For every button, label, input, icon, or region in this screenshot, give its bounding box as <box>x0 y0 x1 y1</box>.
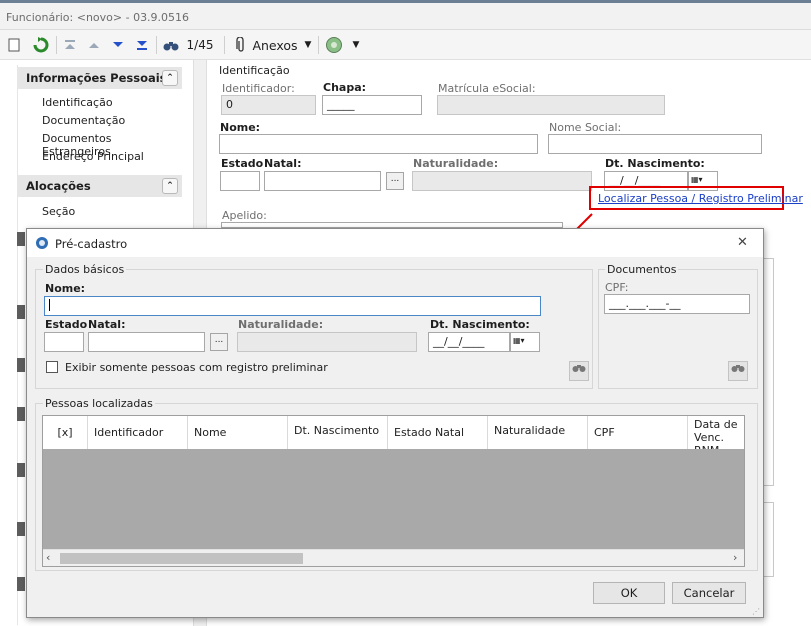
chapa-label: Chapa: <box>323 81 367 94</box>
nav-edge-marker <box>17 407 25 421</box>
close-icon[interactable]: ✕ <box>737 235 748 250</box>
next-record-icon[interactable] <box>110 34 126 56</box>
dlg-estado-label: Estado <box>45 318 88 331</box>
column-dt-nascimento[interactable]: Dt. Nascimento <box>288 416 388 449</box>
panel-border <box>764 502 774 577</box>
paperclip-icon[interactable] <box>232 34 250 56</box>
naturalidade-label: Naturalidade: <box>413 157 499 170</box>
nav-group-title: Alocações <box>26 179 91 193</box>
refresh-icon[interactable] <box>32 34 50 56</box>
dlg-calendar-icon[interactable]: ▦▾ <box>510 332 540 352</box>
dlg-nome-label: Nome: <box>45 282 86 295</box>
globe-dropdown-arrow[interactable]: ▼ <box>350 34 362 56</box>
pessoas-localizadas-title: Pessoas localizadas <box>43 397 155 410</box>
first-record-icon[interactable] <box>62 34 78 56</box>
documentos-title: Documentos <box>605 263 679 276</box>
dlg-dt-nasc-label: Dt. Nascimento: <box>430 318 530 331</box>
cpf-search-binoculars-icon[interactable] <box>728 361 748 381</box>
naturalidade-select[interactable] <box>412 171 592 191</box>
last-record-icon[interactable] <box>134 34 150 56</box>
window-title: Funcionário: <novo> - 03.9.0516 <box>6 11 190 24</box>
record-counter: 1/45 <box>186 38 214 52</box>
previous-record-icon[interactable] <box>86 34 102 56</box>
identifier-field[interactable]: 0 <box>221 95 316 115</box>
dados-basicos-title: Dados básicos <box>43 263 127 276</box>
nav-edge-marker <box>17 232 25 246</box>
nav-group-title: Informações Pessoais <box>26 71 167 85</box>
toolbar: 1/45 Anexos ▼ ▼ <box>0 30 811 60</box>
binoculars-icon[interactable] <box>162 34 180 56</box>
app-icon <box>36 237 48 249</box>
matricula-label: Matrícula eSocial: <box>438 82 536 95</box>
globe-icon[interactable] <box>324 34 344 56</box>
natal-label: Natal: <box>264 157 302 170</box>
column-data-venc-rnm[interactable]: Data de Venc. RNM <box>688 416 746 449</box>
preliminary-checkbox[interactable] <box>46 361 58 373</box>
nav-edge-marker <box>17 305 25 319</box>
column-naturalidade[interactable]: Naturalidade <box>488 416 588 449</box>
attachments-button[interactable]: Anexos <box>252 34 298 56</box>
results-grid[interactable]: [x] Identificador Nome Dt. Nascimento Es… <box>42 415 745 567</box>
estado-label: Estado <box>221 157 264 170</box>
horizontal-scrollbar[interactable]: ‹ › <box>43 549 744 566</box>
natal-lookup-button[interactable]: ... <box>386 172 404 190</box>
matricula-field[interactable] <box>437 95 665 115</box>
cpf-label: CPF: <box>605 281 629 294</box>
resize-grip-icon[interactable]: ⋰ <box>752 607 762 617</box>
ok-button[interactable]: OK <box>593 582 665 604</box>
column-nome[interactable]: Nome <box>188 416 288 449</box>
nome-social-label: Nome Social: <box>549 121 622 134</box>
grid-body <box>43 449 744 550</box>
chapa-field[interactable]: _____ <box>322 95 422 115</box>
column-select[interactable]: [x] <box>43 416 88 449</box>
nome-social-field[interactable] <box>548 134 762 154</box>
nav-edge-marker <box>17 577 25 591</box>
estado-field[interactable] <box>220 171 260 191</box>
dlg-natal-field[interactable] <box>88 332 205 352</box>
dlg-naturalidade-label: Naturalidade: <box>238 318 324 331</box>
natal-field[interactable] <box>264 171 381 191</box>
nome-field[interactable] <box>219 134 538 154</box>
dlg-naturalidade-select[interactable] <box>237 332 417 352</box>
collapse-icon[interactable]: ⌃ <box>162 70 178 86</box>
nav-item-endereco[interactable]: Endereço Principal <box>42 150 144 163</box>
dlg-natal-label: Natal: <box>88 318 126 331</box>
nav-edge-marker <box>17 358 25 372</box>
column-cpf[interactable]: CPF <box>588 416 688 449</box>
window-titlebar: Funcionário: <novo> - 03.9.0516 <box>0 0 811 30</box>
cpf-field[interactable]: ___.___.___-__ <box>604 294 750 314</box>
dialog-title: Pré-cadastro <box>55 237 128 251</box>
nav-edge-marker <box>17 463 25 477</box>
nav-edge-marker <box>17 522 25 536</box>
cancel-button[interactable]: Cancelar <box>672 582 746 604</box>
preliminary-checkbox-label: Exibir somente pessoas com registro prel… <box>65 361 328 374</box>
nav-item-identificacao[interactable]: Identificação <box>42 96 113 109</box>
apelido-label: Apelido: <box>222 209 267 222</box>
nav-item-documentacao[interactable]: Documentação <box>42 114 125 127</box>
identifier-label: Identificador: <box>222 82 295 95</box>
attachments-dropdown-arrow[interactable]: ▼ <box>302 34 314 56</box>
dlg-estado-field[interactable] <box>44 332 84 352</box>
scroll-right-icon[interactable]: › <box>733 551 737 564</box>
scrollbar-thumb[interactable] <box>60 553 303 564</box>
scroll-left-icon[interactable]: ‹ <box>46 551 50 564</box>
section-title: Identificação <box>219 64 290 77</box>
dlg-dt-nasc-field[interactable]: __/__/____ <box>428 332 510 352</box>
dialog-titlebar: Pré-cadastro ✕ <box>27 229 763 257</box>
nav-group-personal-info[interactable]: Informações Pessoais ⌃ <box>18 67 182 89</box>
localizar-pessoa-link[interactable]: Localizar Pessoa / Registro Preliminar <box>598 192 803 205</box>
column-identificador[interactable]: Identificador <box>88 416 188 449</box>
new-document-icon[interactable] <box>6 34 22 56</box>
collapse-icon[interactable]: ⌃ <box>162 178 178 194</box>
nav-item-secao[interactable]: Seção <box>42 205 75 218</box>
dt-nasc-label: Dt. Nascimento: <box>605 157 705 170</box>
dlg-natal-lookup-button[interactable]: ... <box>210 333 228 351</box>
search-binoculars-icon[interactable] <box>569 361 589 381</box>
panel-border <box>764 258 774 486</box>
nome-label: Nome: <box>220 121 261 134</box>
grid-header: [x] Identificador Nome Dt. Nascimento Es… <box>43 416 744 449</box>
nav-group-alocacoes[interactable]: Alocações ⌃ <box>18 175 182 197</box>
dlg-nome-field[interactable] <box>44 296 541 316</box>
column-estado-natal[interactable]: Estado Natal <box>388 416 488 449</box>
